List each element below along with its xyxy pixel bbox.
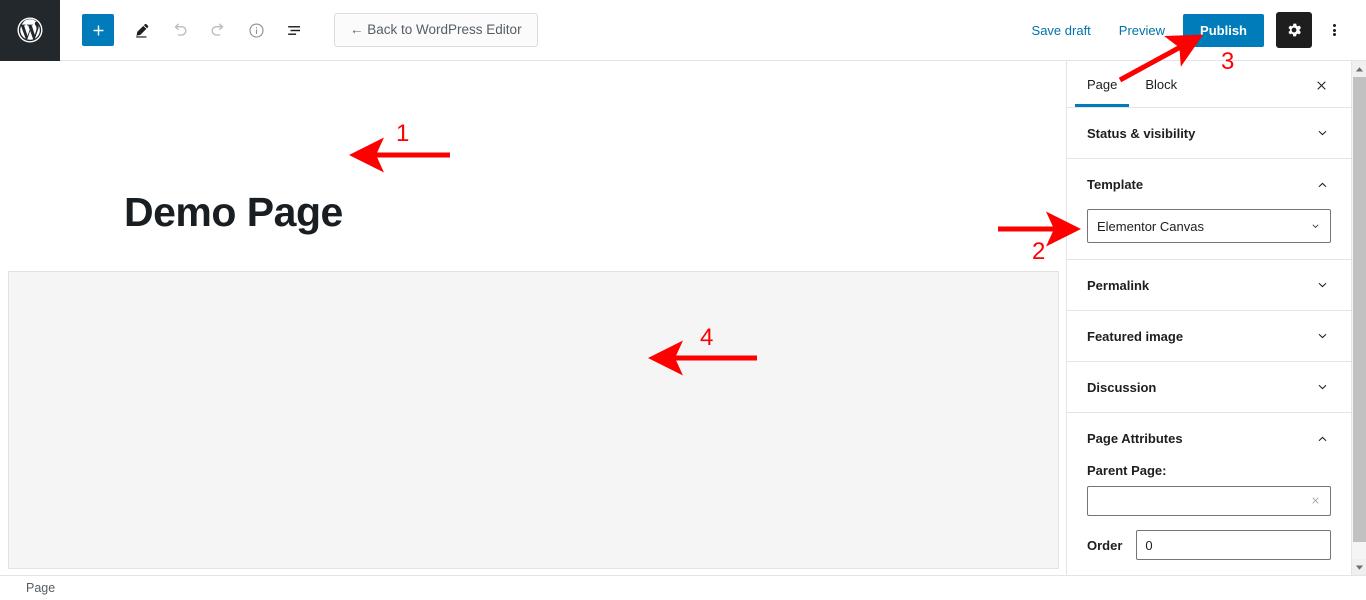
panel-featured-image: Featured image — [1067, 311, 1351, 362]
list-view-button[interactable] — [276, 12, 312, 48]
info-circle-icon — [248, 22, 264, 38]
settings-gear-button[interactable] — [1276, 12, 1312, 48]
editor-toolbar: ← Back to WordPress Editor Save draft Pr… — [0, 0, 1366, 61]
panel-status-and-visibility: Status & visibility — [1067, 108, 1351, 159]
gear-icon — [1288, 23, 1302, 37]
template-select-wrapper: Elementor Canvas — [1087, 209, 1331, 243]
order-label: Order — [1087, 537, 1123, 553]
panel-template-body: Elementor Canvas — [1067, 209, 1351, 259]
toolbar-left-tools — [60, 12, 312, 48]
parent-page-field-wrapper — [1087, 486, 1331, 516]
status-bar: Page — [0, 575, 1366, 600]
pencil-edit-icon — [135, 23, 148, 38]
chevron-up-icon — [1314, 176, 1331, 193]
panel-featured-image-header[interactable]: Featured image — [1067, 311, 1351, 361]
panel-page-attributes-body: Parent Page: Order — [1067, 463, 1351, 575]
panel-permalink-header[interactable]: Permalink — [1067, 260, 1351, 310]
status-bar-label: Page — [26, 581, 56, 595]
close-sidebar-button[interactable] — [1309, 73, 1333, 97]
panel-status-and-visibility-header[interactable]: Status & visibility — [1067, 108, 1351, 158]
parent-page-input[interactable] — [1087, 486, 1331, 516]
panel-discussion-title: Discussion — [1087, 379, 1157, 395]
editor-canvas: Demo Page Edit with Elementor — [0, 61, 1066, 575]
chevron-down-icon — [1314, 277, 1331, 294]
list-view-icon — [287, 25, 300, 35]
annotation-number-1: 1 — [396, 120, 410, 147]
scroll-up-arrow-icon — [1355, 66, 1364, 71]
clear-x-icon — [1312, 497, 1319, 504]
save-draft-button[interactable]: Save draft — [1018, 12, 1105, 48]
tools-pencil-button[interactable] — [124, 12, 160, 48]
kebab-menu-icon — [1332, 23, 1336, 38]
panel-template: Template Elementor Canvas — [1067, 159, 1351, 260]
sidebar-scrollbar[interactable] — [1351, 61, 1366, 575]
scroll-down-arrow-icon — [1355, 565, 1364, 570]
annotation-number-3: 3 — [1221, 48, 1235, 75]
scroll-down-button[interactable] — [1352, 559, 1366, 575]
plus-icon — [93, 25, 103, 35]
panel-template-header[interactable]: Template — [1067, 159, 1351, 209]
tab-block[interactable]: Block — [1137, 61, 1185, 107]
sidebar-tabs: Page Block — [1067, 61, 1351, 108]
preview-button[interactable]: Preview — [1105, 12, 1179, 48]
annotation-number-4: 4 — [700, 324, 714, 351]
panel-discussion: Discussion — [1067, 362, 1351, 413]
scroll-up-button[interactable] — [1352, 61, 1366, 77]
panel-featured-image-title: Featured image — [1087, 328, 1184, 344]
order-row: Order — [1087, 530, 1331, 560]
panel-template-title: Template — [1087, 176, 1144, 192]
panel-page-attributes: Page Attributes Parent Page: Order — [1067, 413, 1351, 575]
chevron-up-icon — [1314, 430, 1331, 447]
panel-discussion-header[interactable]: Discussion — [1067, 362, 1351, 412]
close-x-icon — [1316, 80, 1326, 90]
order-input[interactable] — [1136, 530, 1331, 560]
chevron-down-icon — [1314, 125, 1331, 142]
chevron-down-icon — [1314, 328, 1331, 345]
settings-sidebar: Page Block Status & visibility Template — [1066, 61, 1351, 575]
panel-page-attributes-title: Page Attributes — [1087, 430, 1183, 446]
template-select[interactable]: Elementor Canvas — [1087, 209, 1331, 243]
parent-page-label: Parent Page: — [1087, 463, 1167, 478]
undo-button[interactable] — [162, 12, 198, 48]
panel-permalink-title: Permalink — [1087, 277, 1150, 293]
panel-permalink: Permalink — [1067, 260, 1351, 311]
panel-status-and-visibility-title: Status & visibility — [1087, 125, 1196, 141]
back-to-wordpress-editor-button[interactable]: ← Back to WordPress Editor — [334, 13, 538, 47]
redo-button[interactable] — [200, 12, 236, 48]
tab-page[interactable]: Page — [1074, 61, 1130, 107]
redo-arrow-icon — [211, 23, 224, 36]
page-title[interactable]: Demo Page — [124, 189, 343, 236]
editor-window: ← Back to WordPress Editor Save draft Pr… — [0, 0, 1366, 600]
publish-button[interactable]: Publish — [1183, 13, 1264, 47]
chevron-down-icon — [1314, 379, 1331, 396]
elementor-shortcode-block[interactable]: Edit with Elementor — [8, 271, 1059, 569]
details-button[interactable] — [238, 12, 274, 48]
panel-page-attributes-header[interactable]: Page Attributes — [1067, 413, 1351, 463]
wordpress-logo-icon[interactable] — [0, 0, 60, 61]
more-options-button[interactable] — [1316, 12, 1352, 48]
toolbar-right-tools: Save draft Preview Publish — [1018, 12, 1366, 48]
annotation-number-2: 2 — [1032, 238, 1046, 265]
scrollbar-thumb[interactable] — [1353, 77, 1366, 542]
undo-arrow-icon — [174, 23, 187, 36]
clear-parent-page-button[interactable] — [1307, 492, 1324, 509]
add-block-button[interactable] — [82, 14, 114, 46]
